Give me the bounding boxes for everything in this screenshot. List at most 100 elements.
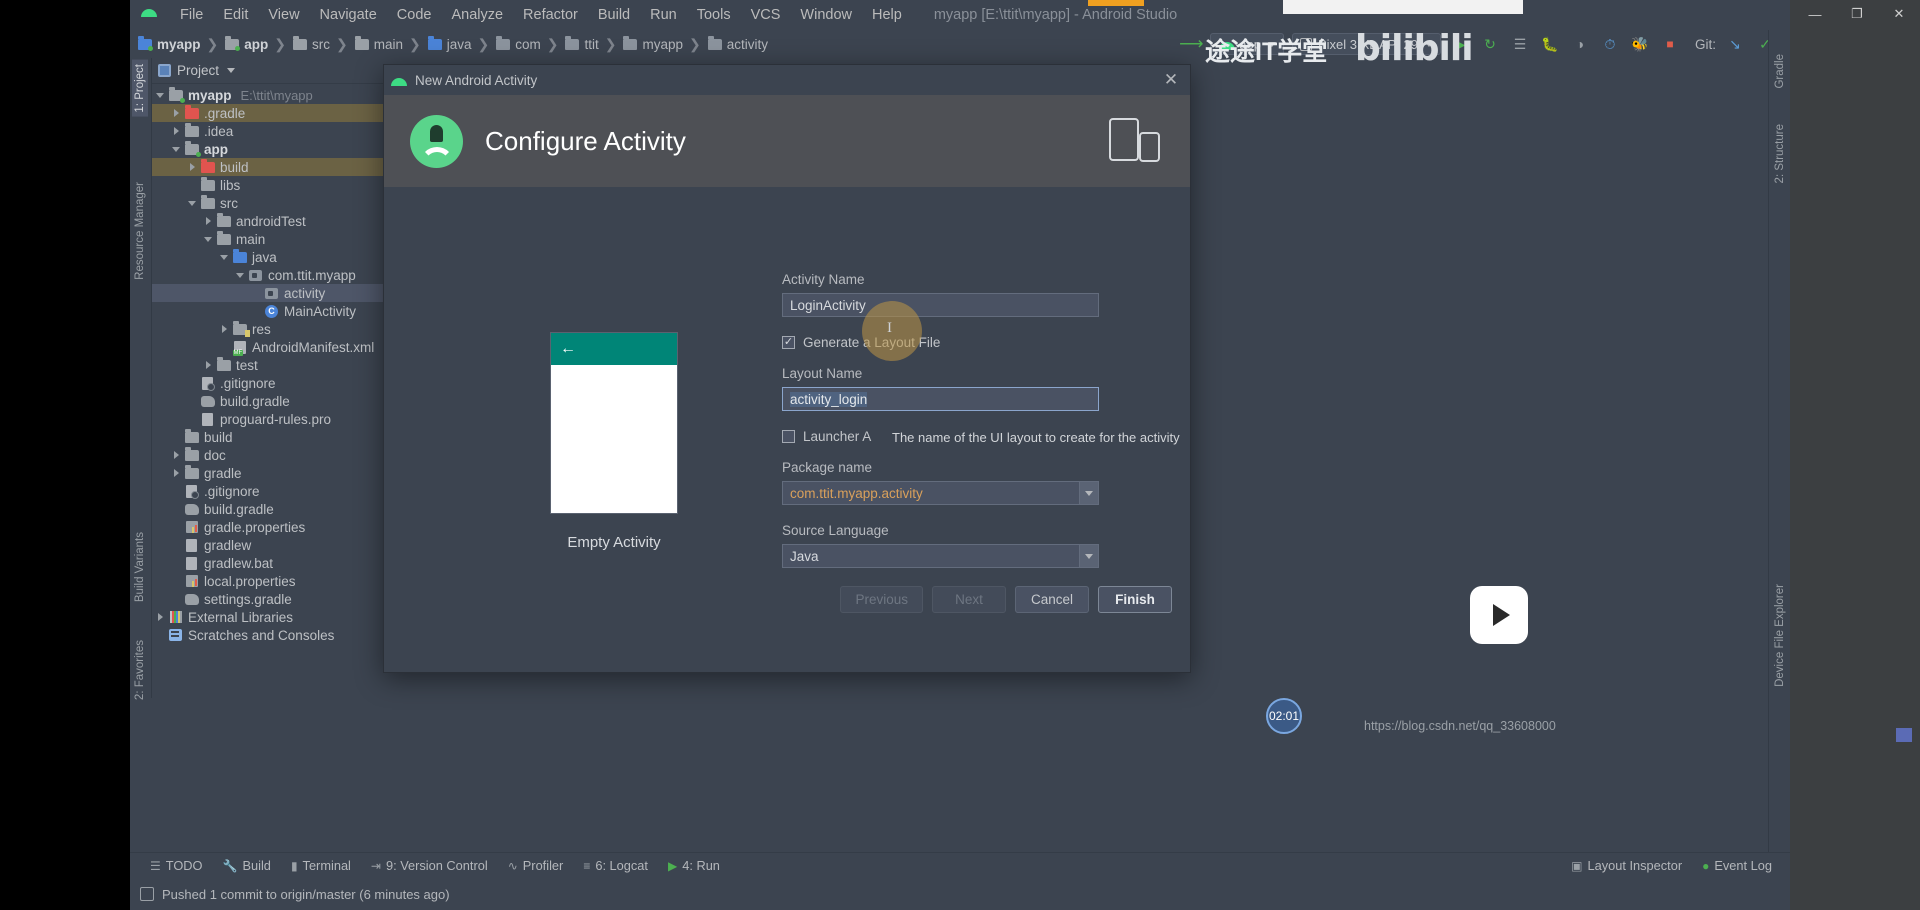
- bottom-tab-terminal[interactable]: ▮ Terminal: [281, 856, 361, 875]
- breadcrumb-label: ttit: [584, 36, 599, 52]
- bottom-tab-todo[interactable]: ☰ TODO: [140, 856, 213, 875]
- launcher-activity-checkbox[interactable]: [782, 430, 795, 443]
- sidebar-item-favorites[interactable]: 2: Favorites: [132, 636, 148, 704]
- activity-name-input[interactable]: LoginActivity: [782, 293, 1099, 317]
- breadcrumb-myapp-pkg[interactable]: myapp: [621, 35, 685, 52]
- package-name-combo[interactable]: com.ttit.myapp.activity: [782, 481, 1099, 505]
- chevron-down-icon[interactable]: [227, 68, 236, 73]
- play-button-overlay[interactable]: [1470, 586, 1528, 644]
- bottom-tab-logcat[interactable]: ≡ 6: Logcat: [573, 856, 658, 875]
- twisty[interactable]: [200, 236, 216, 242]
- menu-item-file[interactable]: File: [170, 4, 213, 26]
- next-button[interactable]: Next: [932, 585, 1006, 613]
- generate-layout-checkbox[interactable]: ✓: [782, 336, 795, 349]
- sidebar-item-structure[interactable]: 2: Structure: [1772, 120, 1788, 187]
- menu-item-run[interactable]: Run: [640, 4, 687, 26]
- manifest-icon: [232, 340, 247, 356]
- twisty[interactable]: [184, 200, 200, 206]
- cancel-button[interactable]: Cancel: [1015, 585, 1089, 613]
- debug-icon[interactable]: 🐛: [1538, 33, 1562, 55]
- make-project-icon[interactable]: ⟶: [1179, 33, 1203, 55]
- breadcrumb-main[interactable]: main: [353, 35, 405, 52]
- twisty[interactable]: [184, 163, 200, 171]
- notification-icon[interactable]: [140, 887, 154, 901]
- run-with-coverage-icon[interactable]: ↻: [1478, 33, 1502, 55]
- source-language-combo[interactable]: Java: [782, 544, 1099, 568]
- menu-item-help[interactable]: Help: [862, 4, 912, 26]
- bottom-tab-run[interactable]: ▶ 4: Run: [658, 856, 730, 875]
- dialog-close-icon[interactable]: ✕: [1158, 68, 1184, 92]
- brand-text-cn: 途途IT学堂: [1205, 38, 1328, 66]
- twisty[interactable]: [152, 613, 168, 621]
- breadcrumb-com[interactable]: com: [494, 35, 543, 52]
- module-folder-icon: [168, 86, 185, 103]
- breadcrumb-app[interactable]: app: [223, 35, 270, 52]
- bottom-tab-event-log[interactable]: ● Event Log: [1692, 856, 1782, 875]
- libraries-icon: [168, 610, 183, 624]
- minimize-icon[interactable]: —: [1794, 0, 1836, 28]
- generate-layout-checkbox-row[interactable]: ✓ Generate a Layout File: [782, 335, 1112, 350]
- sidebar-item-resource-manager[interactable]: Resource Manager: [132, 178, 148, 284]
- layout-name-input[interactable]: activity_login: [782, 387, 1099, 411]
- profiler-icon[interactable]: 🐝: [1628, 33, 1652, 55]
- finish-button[interactable]: Finish: [1098, 585, 1172, 613]
- menu-item-view[interactable]: View: [258, 4, 309, 26]
- twisty[interactable]: [168, 127, 184, 135]
- bilibili-logo: bilibili: [1355, 28, 1474, 69]
- chevron-down-icon[interactable]: [1079, 545, 1098, 567]
- twisty[interactable]: [232, 272, 248, 278]
- menu-item-vcs[interactable]: VCS: [741, 4, 791, 26]
- menu-item-build[interactable]: Build: [588, 4, 640, 26]
- menu-item-window[interactable]: Window: [790, 4, 862, 26]
- sidebar-item-project[interactable]: 1: Project: [132, 60, 148, 117]
- breadcrumb-ttit[interactable]: ttit: [563, 35, 600, 52]
- maximize-icon[interactable]: ❐: [1836, 0, 1878, 28]
- tree-node-label: local.properties: [204, 573, 296, 589]
- attach-debugger-icon[interactable]: ◑: [1568, 33, 1592, 55]
- android-icon: [390, 75, 408, 86]
- menu-item-navigate[interactable]: Navigate: [310, 4, 387, 26]
- menu-item-analyze[interactable]: Analyze: [441, 4, 513, 26]
- twisty[interactable]: [216, 325, 232, 333]
- bottom-tab-profiler[interactable]: ∿ Profiler: [498, 856, 574, 875]
- twisty[interactable]: [168, 469, 184, 477]
- update-project-icon[interactable]: ↘: [1723, 33, 1747, 55]
- stop-icon[interactable]: ■: [1658, 33, 1682, 55]
- bottom-tab-version-control[interactable]: ⇥ 9: Version Control: [361, 856, 498, 875]
- menu-item-code[interactable]: Code: [387, 4, 442, 26]
- twisty[interactable]: [152, 92, 168, 98]
- twisty[interactable]: [200, 361, 216, 369]
- launcher-activity-checkbox-row[interactable]: Launcher A The name of the UI layout to …: [782, 429, 1180, 445]
- breadcrumb-label: myapp: [157, 36, 201, 52]
- window-controls: — ❐ ✕: [1790, 0, 1920, 28]
- breadcrumb-java[interactable]: java: [426, 35, 474, 52]
- sidebar-item-build-variants[interactable]: Build Variants: [132, 528, 148, 606]
- menu-item-edit[interactable]: Edit: [213, 4, 258, 26]
- launcher-activity-label: Launcher A: [803, 429, 872, 444]
- folder-icon: [184, 122, 199, 138]
- twisty[interactable]: [168, 146, 184, 152]
- bottom-tab-layout-inspector[interactable]: ▣ Layout Inspector: [1561, 856, 1692, 875]
- breadcrumb-activity[interactable]: activity: [706, 35, 770, 52]
- profile-icon[interactable]: ⏱: [1598, 33, 1622, 55]
- twisty[interactable]: [216, 254, 232, 260]
- chevron-down-icon[interactable]: [1079, 482, 1098, 504]
- apply-changes-icon[interactable]: ☰: [1508, 33, 1532, 55]
- sidebar-item-gradle[interactable]: Gradle: [1772, 50, 1788, 93]
- close-icon[interactable]: ✕: [1878, 0, 1920, 28]
- bottom-tab-build[interactable]: 🔧 Build: [213, 856, 281, 875]
- twisty[interactable]: [168, 109, 184, 117]
- twisty[interactable]: [200, 217, 216, 225]
- text-cursor-icon: I: [887, 320, 892, 336]
- breadcrumb-label: com: [515, 36, 541, 52]
- menu-item-tools[interactable]: Tools: [687, 4, 741, 26]
- sidebar-item-device-file-explorer[interactable]: Device File Explorer: [1772, 580, 1788, 691]
- breadcrumb-src[interactable]: src: [291, 35, 332, 52]
- breadcrumb-myapp[interactable]: myapp: [136, 35, 203, 52]
- previous-button[interactable]: Previous: [840, 585, 923, 613]
- bottom-tool-window-bar: ☰ TODO 🔧 Build ▮ Terminal ⇥ 9: Version C…: [130, 852, 1790, 878]
- twisty[interactable]: [168, 451, 184, 459]
- breadcrumb-separator: ❯: [477, 35, 490, 52]
- menu-item-refactor[interactable]: Refactor: [513, 4, 588, 26]
- module-folder-icon: [184, 140, 201, 157]
